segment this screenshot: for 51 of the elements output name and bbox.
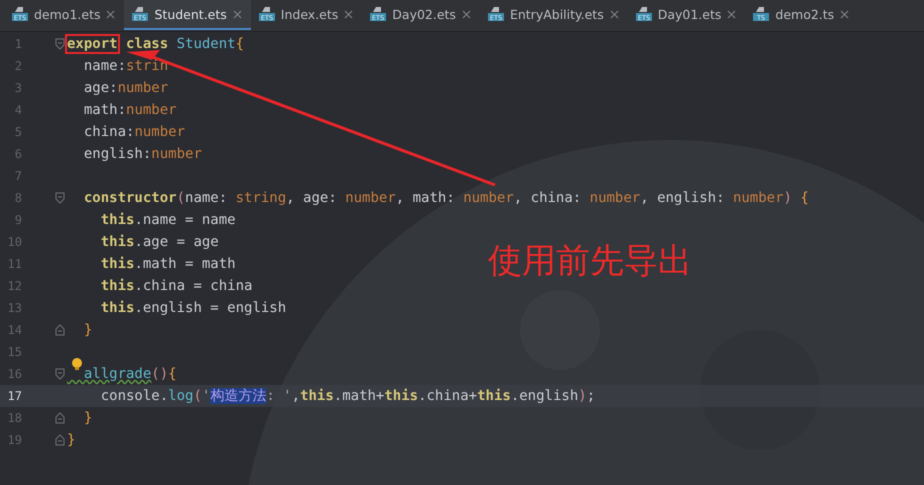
lightbulb-icon[interactable] (71, 358, 83, 370)
code-line: age:number (82, 80, 168, 96)
code-line: this.english = english (100, 300, 286, 316)
line-number: 10 (6, 235, 22, 249)
code-line: } (82, 410, 92, 426)
line-number: 5 (14, 125, 22, 139)
line-number: 1 (14, 37, 22, 51)
code-line: export class Student{ (67, 36, 244, 52)
line-number: 12 (6, 279, 22, 293)
code-line: allgrade(){ (82, 366, 177, 382)
fold-icon[interactable] (55, 324, 65, 336)
code-line: this.math = math (100, 256, 236, 272)
code-line: name:strin (82, 58, 168, 74)
line-number: 7 (14, 169, 22, 183)
line-number: 2 (14, 59, 22, 73)
annotation-text: 使用前先导出 (488, 243, 692, 280)
code-line: console.log('构造方法: ',this.math+this.china+this.english); (100, 387, 596, 405)
line-number: 9 (14, 213, 22, 227)
line-number: 6 (14, 147, 22, 161)
close-icon[interactable] (106, 10, 116, 18)
line-number: 18 (6, 411, 22, 425)
code-line: } (67, 432, 76, 448)
fold-icon[interactable] (55, 368, 65, 380)
line-number: 13 (6, 301, 22, 315)
line-number: 4 (14, 103, 22, 117)
close-icon[interactable] (232, 10, 242, 18)
line-number: 16 (6, 367, 22, 381)
fold-icon[interactable] (55, 38, 65, 50)
fold-icon[interactable] (55, 192, 65, 204)
close-icon[interactable] (610, 10, 619, 18)
code-line: constructor(name: string, age: number, math: number, china: number, english: number) { (82, 190, 809, 206)
line-number: 17 (6, 389, 22, 403)
code-line: } (82, 322, 92, 338)
close-icon[interactable] (840, 10, 850, 18)
fold-icon[interactable] (55, 412, 65, 424)
code-line: this.china = china (100, 278, 252, 294)
line-number: 19 (6, 433, 22, 447)
code-line: math:number (82, 102, 177, 118)
close-icon[interactable] (462, 10, 471, 18)
line-number: 3 (14, 81, 22, 95)
code-line: this.name = name (100, 212, 236, 228)
code-line: this.age = age (100, 234, 219, 250)
line-number: 14 (6, 323, 22, 337)
line-number: 11 (6, 257, 22, 271)
code-line: china:number (82, 124, 186, 140)
line-number: 15 (6, 345, 22, 359)
line-number: 8 (14, 191, 22, 205)
fold-icon[interactable] (55, 434, 65, 446)
close-icon[interactable] (344, 10, 354, 18)
code-line: english:number (82, 146, 202, 162)
close-icon[interactable] (727, 10, 736, 18)
